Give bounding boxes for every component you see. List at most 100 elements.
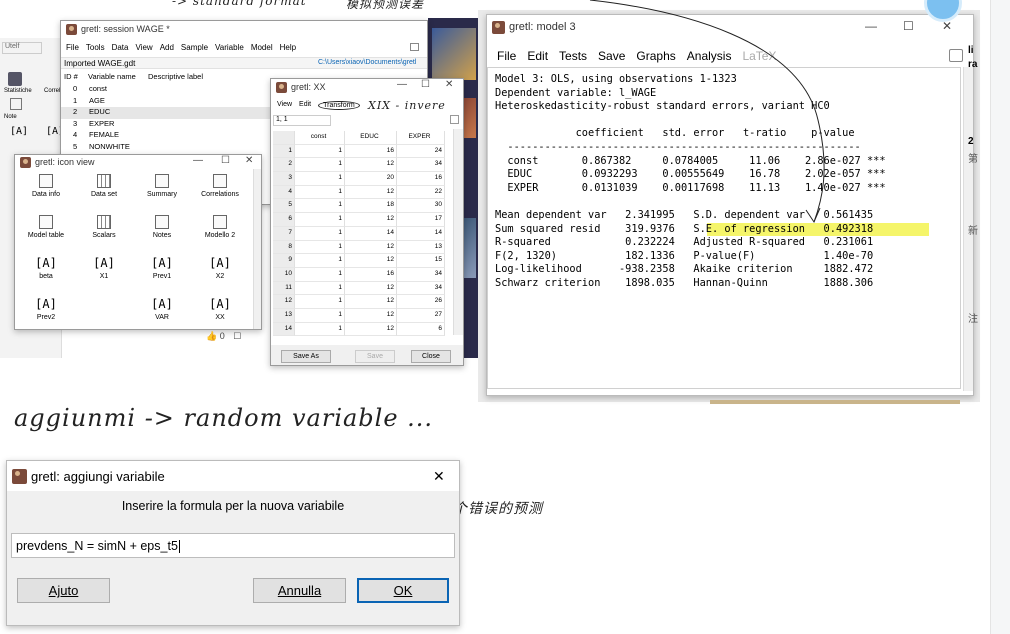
maximize-button[interactable]: ☐ bbox=[221, 155, 230, 166]
menu-view[interactable]: View bbox=[135, 43, 152, 52]
row-header[interactable]: 12 bbox=[273, 295, 295, 309]
matrix-cell[interactable]: 17 bbox=[397, 213, 445, 227]
matrix-cell[interactable]: 12 bbox=[345, 158, 397, 173]
menu-add[interactable]: Add bbox=[160, 43, 174, 52]
thumbs-up-icon[interactable]: 👍 bbox=[206, 331, 217, 341]
matrix-cell[interactable]: 22 bbox=[397, 185, 445, 200]
session-icon-item[interactable]: Correlations bbox=[191, 171, 249, 211]
matrix-cell[interactable]: 16 bbox=[345, 267, 397, 282]
search-box[interactable]: Utelf bbox=[2, 42, 42, 54]
menu-tests[interactable]: Tests bbox=[559, 49, 587, 63]
matrix-cell[interactable]: 1 bbox=[295, 281, 345, 296]
session-icon-item[interactable]: Notes bbox=[133, 212, 191, 252]
ok-button[interactable]: OK bbox=[357, 578, 449, 603]
matrix-cell[interactable]: 27 bbox=[397, 308, 445, 323]
copy-icon[interactable] bbox=[949, 49, 963, 62]
row-header[interactable]: 4 bbox=[273, 185, 295, 200]
row-header[interactable]: 10 bbox=[273, 267, 295, 282]
list-item[interactable]: 1 AGE bbox=[61, 96, 271, 108]
session-icon-item[interactable]: Scalars bbox=[75, 212, 133, 252]
matrix-scrollbar[interactable] bbox=[453, 129, 463, 335]
row-header[interactable]: 7 bbox=[273, 226, 295, 241]
matrix-cell[interactable]: 34 bbox=[397, 281, 445, 296]
minimize-button[interactable]: — bbox=[397, 79, 407, 90]
menu-tools[interactable]: Tools bbox=[86, 43, 105, 52]
row-header[interactable]: 6 bbox=[273, 213, 295, 227]
formula-input[interactable]: prevdens_N = simN + eps_t5 bbox=[11, 533, 455, 558]
matrix-cell[interactable]: 1 bbox=[295, 185, 345, 200]
list-item[interactable]: 2 EDUC bbox=[61, 107, 271, 119]
list-item[interactable]: 0 const bbox=[61, 84, 271, 96]
row-header[interactable]: 1 bbox=[273, 144, 295, 159]
session-icon-item[interactable]: Modello 2 bbox=[191, 212, 249, 252]
matrix-cell[interactable]: 1 bbox=[295, 213, 345, 227]
matrix-cell[interactable]: 12 bbox=[345, 322, 397, 337]
matrix-cell[interactable]: 1 bbox=[295, 199, 345, 214]
close-button[interactable]: ✕ bbox=[445, 79, 453, 90]
matrix-cell[interactable]: 12 bbox=[345, 281, 397, 296]
help-button[interactable]: Ajuto bbox=[17, 578, 110, 603]
minimize-button[interactable]: — bbox=[193, 155, 203, 166]
matrix-cell[interactable]: 12 bbox=[345, 295, 397, 309]
session-icon-item[interactable]: [A] Prev2 bbox=[17, 294, 75, 329]
matrix-cell[interactable]: 14 bbox=[397, 226, 445, 241]
list-item[interactable]: 4 FEMALE bbox=[61, 130, 271, 142]
session-icon-item[interactable]: [A] beta bbox=[17, 253, 75, 293]
matrix-cell[interactable]: 24 bbox=[397, 144, 445, 159]
column-header[interactable] bbox=[273, 131, 295, 145]
session-icon-item[interactable]: Model table bbox=[17, 212, 75, 252]
menu-latex[interactable]: LaTeX bbox=[742, 49, 776, 63]
session-toolbar-icon[interactable] bbox=[410, 43, 419, 51]
matrix-cell[interactable]: 6 bbox=[397, 322, 445, 337]
close-button[interactable]: ✕ bbox=[433, 468, 445, 485]
row-header[interactable]: 3 bbox=[273, 172, 295, 186]
menu-variable[interactable]: Variable bbox=[215, 43, 244, 52]
save-button[interactable]: Save bbox=[355, 350, 395, 363]
session-icon-item[interactable]: Data info bbox=[17, 171, 75, 211]
matrix-cell[interactable]: 12 bbox=[345, 240, 397, 255]
model-output-area[interactable]: Model 3: OLS, using observations 1-1323 … bbox=[487, 67, 961, 389]
row-header[interactable]: 11 bbox=[273, 281, 295, 296]
menu-view[interactable]: View bbox=[277, 101, 292, 110]
cell-reference[interactable]: 1, 1 bbox=[273, 115, 331, 126]
matrix-cell[interactable]: 1 bbox=[295, 295, 345, 309]
matrix-cell[interactable]: 1 bbox=[295, 240, 345, 255]
maximize-button[interactable]: ☐ bbox=[421, 79, 430, 90]
menu-sample[interactable]: Sample bbox=[181, 43, 208, 52]
close-button[interactable]: ✕ bbox=[245, 155, 253, 166]
matrix-cell[interactable]: 1 bbox=[295, 267, 345, 282]
matrix-cell[interactable]: 26 bbox=[397, 295, 445, 309]
session-icon-item[interactable]: [A] X1 bbox=[75, 253, 133, 293]
col-id[interactable]: ID # bbox=[64, 72, 88, 81]
matrix-cell[interactable]: 1 bbox=[295, 226, 345, 241]
menu-model[interactable]: Model bbox=[251, 43, 273, 52]
menu-transform[interactable]: Transform bbox=[318, 101, 360, 110]
session-icon-item[interactable]: [A] VAR bbox=[133, 294, 191, 329]
minimize-button[interactable]: — bbox=[865, 19, 877, 33]
row-header[interactable]: 8 bbox=[273, 240, 295, 255]
matrix-cell[interactable]: 18 bbox=[345, 199, 397, 214]
matrix-cell[interactable]: 1 bbox=[295, 158, 345, 173]
session-icon-item[interactable]: [A] XX bbox=[191, 294, 249, 329]
close-button[interactable]: Close bbox=[411, 350, 451, 363]
session-icon-item[interactable]: Summary bbox=[133, 171, 191, 211]
menu-file[interactable]: File bbox=[66, 43, 79, 52]
matrix-cell[interactable]: 16 bbox=[397, 172, 445, 186]
menu-save[interactable]: Save bbox=[598, 49, 625, 63]
save-as-button[interactable]: Save As bbox=[281, 350, 331, 363]
iconview-scrollbar[interactable] bbox=[253, 169, 261, 329]
menu-graphs[interactable]: Graphs bbox=[636, 49, 675, 63]
list-item[interactable]: 3 EXPER bbox=[61, 119, 271, 131]
matrix-cell[interactable]: 13 bbox=[397, 240, 445, 255]
matrix-cell[interactable]: 1 bbox=[295, 254, 345, 268]
matrix-cell[interactable]: 30 bbox=[397, 199, 445, 214]
row-header[interactable]: 2 bbox=[273, 158, 295, 173]
matrix-cell[interactable]: 14 bbox=[345, 226, 397, 241]
matrix-cell[interactable]: 1 bbox=[295, 322, 345, 337]
session-icon-item[interactable]: Data set bbox=[75, 171, 133, 211]
menu-edit[interactable]: Edit bbox=[299, 101, 311, 110]
matrix-cell[interactable]: 12 bbox=[345, 213, 397, 227]
row-header[interactable]: 13 bbox=[273, 308, 295, 323]
toolbar-icon[interactable] bbox=[450, 115, 459, 124]
list-item[interactable]: 5 NONWHITE bbox=[61, 142, 271, 154]
